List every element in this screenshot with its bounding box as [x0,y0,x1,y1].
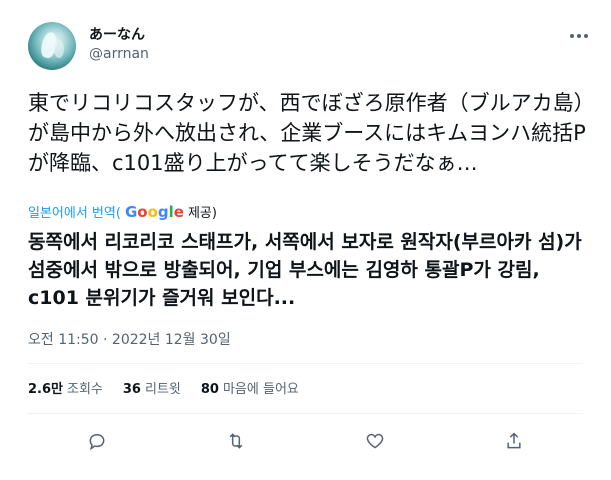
likes-stat[interactable]: 80 마음에 들어요 [201,378,299,397]
views-stat[interactable]: 2.6만 조회수 [28,378,103,397]
heart-icon[interactable] [362,428,388,454]
share-icon[interactable] [501,428,527,454]
avatar[interactable] [28,22,76,70]
translate-prefix: 일본어에서 번역( [28,206,121,221]
tweet-actions [28,428,583,454]
tweet-original-text: 東でリコリコスタッフが、西でぼざろ原作者（ブルアカ島）が島中から外へ放出され、企… [28,91,586,175]
translate-suffix: 제공) [187,206,217,221]
translation-attribution[interactable]: 일본어에서 번역( Google 제공) [28,202,217,222]
google-logo: Google [124,202,184,221]
retweet-icon[interactable] [223,428,249,454]
author-display-name[interactable]: あーなん [89,24,145,44]
more-icon[interactable] [568,28,592,44]
reply-icon[interactable] [84,428,110,454]
tweet-stats: 2.6만 조회수 36 리트윗 80 마음에 들어요 [28,378,299,397]
tweet-card: あーなん @arrnan 東でリコリコスタッフが、西でぼざろ原作者（ブルアカ島）… [0,0,611,480]
retweets-stat[interactable]: 36 리트윗 [123,378,181,397]
tweet-timestamp[interactable]: 오전 11:50 · 2022년 12월 30일 [28,329,231,349]
tweet-translated-text: 동쪽에서 리코리코 스태프가, 서쪽에서 보자로 원작자(부르아카 섬)가 섬중… [28,231,582,309]
author-handle[interactable]: @arrnan [89,46,149,62]
divider [28,363,583,364]
divider [28,413,583,414]
